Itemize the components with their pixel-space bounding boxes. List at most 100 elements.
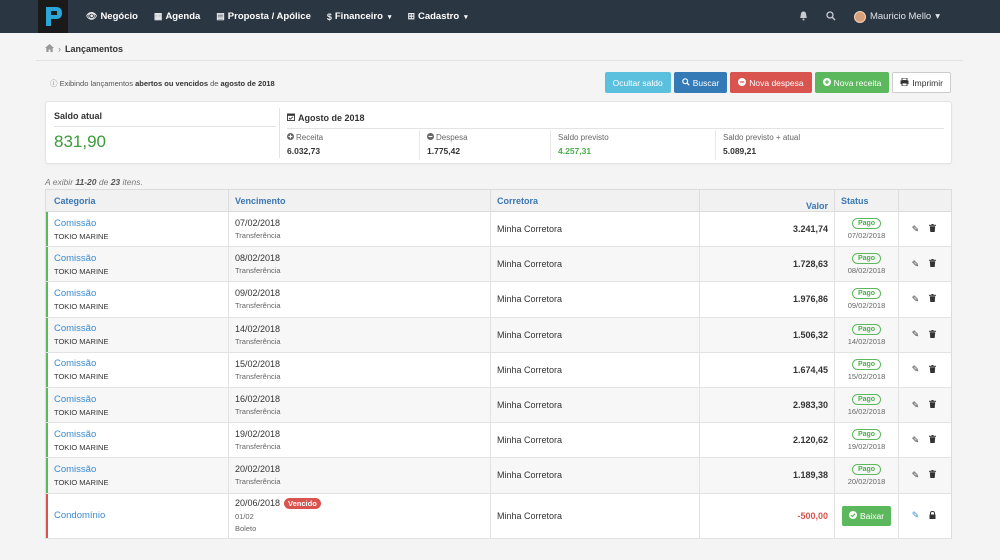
app-logo[interactable] [38, 0, 68, 33]
edit-icon[interactable]: ✎ [912, 224, 920, 235]
user-menu[interactable]: Mauricio Mello ▾ [853, 10, 940, 23]
table-row[interactable]: Comissão TOKIO MARINE 07/02/2018 Transferên… [46, 212, 951, 248]
category-link[interactable]: Comissão [54, 464, 222, 475]
edit-icon[interactable]: ✎ [912, 294, 920, 305]
status-badge: Pago [851, 323, 882, 335]
edit-icon[interactable]: ✎ [912, 510, 920, 521]
search-button[interactable]: Buscar [673, 72, 728, 93]
search-button-label: Buscar [692, 77, 720, 88]
info-icon: ⓘ [50, 79, 58, 88]
category-link[interactable]: Comissão [54, 288, 222, 299]
count-middle: de [96, 177, 111, 187]
count-range: 11-20 [75, 177, 97, 187]
chevron-down-icon: ▾ [464, 13, 468, 21]
action-toolbar: Ocultar saldo Buscar Nova despesa Nova r… [604, 72, 951, 93]
user-name: Mauricio Mello [869, 11, 932, 22]
nav-item-financeiro[interactable]: $ Financeiro ▾ [319, 0, 400, 33]
category-link[interactable]: Comissão [54, 429, 222, 440]
trash-icon[interactable] [929, 329, 937, 340]
nav-item-agenda[interactable]: ▦ Agenda [146, 0, 208, 33]
column-header-status[interactable]: Status [835, 190, 899, 211]
trash-icon[interactable] [929, 400, 937, 410]
edit-icon[interactable]: ✎ [912, 435, 920, 446]
category-link[interactable]: Condomínio [54, 510, 222, 521]
column-header-vencimento[interactable]: Vencimento [229, 190, 491, 211]
edit-icon[interactable]: ✎ [912, 400, 920, 411]
plus-circle-icon [822, 77, 831, 88]
trash-icon[interactable] [929, 294, 937, 304]
lock-icon [929, 510, 936, 521]
amount: 3.241,74 [792, 224, 828, 235]
balance-summary-panel: Saldo atual 831,90 Agosto de 2018 Receit… [45, 101, 952, 164]
amount: 2.983,30 [792, 400, 828, 411]
cell-corretora: Minha Corretora [491, 282, 700, 317]
nav-item-label: Agenda [165, 11, 201, 22]
category-link[interactable]: Comissão [54, 358, 222, 369]
trash-icon[interactable] [929, 470, 937, 480]
payment-method: Transferência [235, 407, 281, 417]
new-expense-button[interactable]: Nova despesa [730, 72, 812, 93]
bell-icon[interactable] [799, 11, 808, 23]
category-link[interactable]: Comissão [54, 218, 222, 229]
table-header: Categoria Vencimento Corretora Valor Sta… [46, 190, 951, 212]
income-label: Receita [296, 133, 324, 142]
divider [550, 130, 551, 160]
home-icon[interactable] [45, 44, 54, 54]
table-row[interactable]: Comissão TOKIO MARINE 20/02/2018 Transferên… [46, 458, 951, 494]
settle-button[interactable]: Baixar [841, 505, 892, 526]
category-link[interactable]: Comissão [54, 323, 222, 334]
column-header-valor[interactable]: Valor [700, 190, 835, 211]
cell-actions: ✎ [899, 247, 949, 281]
table-row[interactable]: Comissão TOKIO MARINE 15/02/2018 Transferên… [46, 352, 951, 388]
column-header-corretora[interactable]: Corretora [491, 190, 700, 211]
projected-balance-value: 4.257,31 [558, 146, 592, 156]
table-row[interactable]: Condomínio 20/06/2018 Vencido 01/02 Bolet… [46, 493, 951, 539]
cell-corretora: Minha Corretora [491, 387, 700, 423]
trash-icon[interactable] [929, 435, 937, 445]
amount: -500,00 [797, 510, 828, 521]
search-icon[interactable] [826, 10, 836, 23]
nav-item-label: Proposta / Apólice [227, 11, 311, 22]
category-link[interactable]: Comissão [54, 394, 222, 405]
edit-icon[interactable]: ✎ [912, 364, 920, 375]
table-row[interactable]: Comissão TOKIO MARINE 19/02/2018 Transferên… [46, 423, 951, 459]
cell-actions: ✎ [899, 353, 949, 387]
cell-actions: ✎ [899, 423, 949, 457]
table-row[interactable]: Comissão TOKIO MARINE 09/02/2018 Transferên… [46, 282, 951, 318]
table-row[interactable]: Comissão TOKIO MARINE 08/02/2018 Transferên… [46, 247, 951, 283]
pagination-summary: A exibir 11-20 de 23 itens. [45, 177, 143, 187]
due-date: 14/02/2018 [235, 323, 281, 334]
hide-balance-button[interactable]: Ocultar saldo [604, 72, 671, 93]
category-link[interactable]: Comissão [54, 253, 222, 264]
new-income-button[interactable]: Nova receita [814, 72, 890, 93]
insurer-name: TOKIO MARINE [54, 372, 109, 382]
nav-item-proposta-ap-lice[interactable]: ▤ Proposta / Apólice [208, 0, 319, 33]
table-row[interactable]: Comissão TOKIO MARINE 16/02/2018 Transferên… [46, 387, 951, 424]
paid-date: 08/02/2018 [847, 266, 886, 276]
minus-circle-icon [427, 133, 434, 142]
nav-item-neg-cio[interactable]: 👁 Negócio [78, 0, 146, 33]
trash-icon[interactable] [929, 259, 937, 269]
paid-date: 20/02/2018 [847, 477, 886, 487]
cell-status: Pago 16/02/2018 [835, 387, 899, 423]
cell-vencimento: 14/02/2018 Transferência [229, 317, 491, 352]
chevron-right-icon: › [58, 44, 61, 54]
status-badge: Pago [851, 429, 882, 441]
table-row[interactable]: Comissão TOKIO MARINE 14/02/2018 Transferên… [46, 317, 951, 353]
cell-categoria: Comissão TOKIO MARINE [46, 352, 229, 387]
edit-icon[interactable]: ✎ [912, 470, 920, 481]
trash-icon[interactable] [929, 224, 937, 234]
cell-actions: ✎ [899, 282, 949, 316]
column-header-categoria[interactable]: Categoria [46, 190, 229, 211]
print-button[interactable]: Imprimir [892, 72, 951, 93]
cell-actions: ✎ [899, 318, 949, 352]
trash-icon[interactable] [929, 364, 937, 375]
settle-label: Baixar [859, 510, 885, 521]
logo-icon [46, 7, 62, 26]
amount: 1.674,45 [792, 364, 828, 375]
cell-status: Pago 15/02/2018 [835, 352, 899, 387]
edit-icon[interactable]: ✎ [912, 329, 920, 340]
nav-item-cadastro[interactable]: ⊞ Cadastro ▾ [399, 0, 475, 33]
edit-icon[interactable]: ✎ [912, 259, 920, 270]
cell-vencimento: 09/02/2018 Transferência [229, 282, 491, 317]
